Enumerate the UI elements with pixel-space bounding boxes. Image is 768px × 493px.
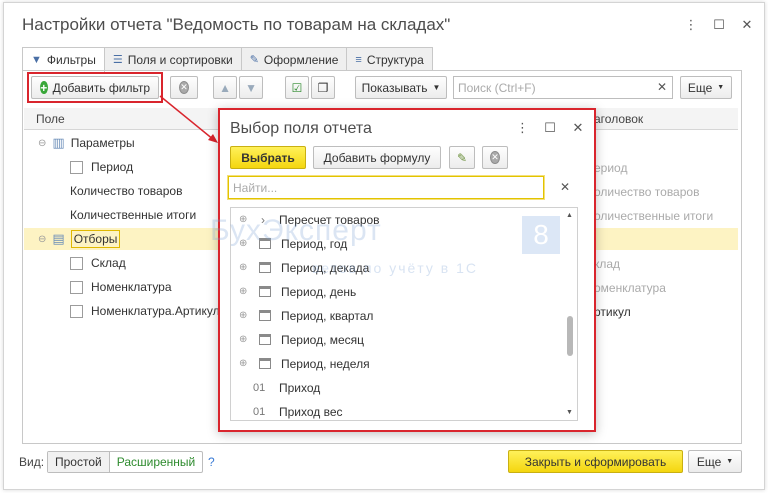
calendar-icon <box>259 262 271 273</box>
watermark-logo: 8 <box>522 216 560 254</box>
watermark-brand: БухЭксперт <box>210 214 382 247</box>
dialog-title: Выбор поля отчета <box>230 120 372 137</box>
find-input[interactable]: Найти... <box>228 176 544 199</box>
expand-icon[interactable]: ⊕ <box>239 334 253 345</box>
item-label: Период, месяц <box>281 332 365 347</box>
dialog-controls: ⋮ ☐ ✕ <box>516 120 584 136</box>
view-simple-option[interactable]: Простой <box>48 452 110 472</box>
item-label: Период, квартал <box>281 308 374 323</box>
delete-icon: ✕ <box>490 151 500 164</box>
watermark-tagline: ветов по учёту в 1С <box>312 260 478 276</box>
maximize-icon[interactable]: ☐ <box>544 120 556 136</box>
calendar-icon <box>259 334 271 345</box>
list-item[interactable]: ⊕ Период, неделя <box>231 352 563 375</box>
footer-more-button[interactable]: Еще ▼ <box>688 450 742 473</box>
more-label: Еще <box>696 454 722 469</box>
item-label: Период, неделя <box>281 356 370 371</box>
add-formula-button[interactable]: Добавить формулу <box>313 146 441 169</box>
calendar-icon <box>259 286 271 297</box>
number-type-icon: 01 <box>253 405 266 418</box>
item-label: Приход вес <box>279 404 343 419</box>
clear-icon[interactable]: ✕ <box>560 180 570 194</box>
calendar-icon <box>259 310 271 321</box>
choose-button[interactable]: Выбрать <box>230 146 306 169</box>
help-icon[interactable]: ? <box>208 455 215 469</box>
view-mode-switch: Простой Расширенный <box>47 451 204 473</box>
close-build-label: Закрыть и сформировать <box>524 454 667 469</box>
close-icon[interactable]: ✕ <box>572 120 584 136</box>
edit-button[interactable]: ✎ <box>449 146 475 169</box>
calendar-icon <box>259 358 271 369</box>
more-icon[interactable]: ⋮ <box>516 120 529 136</box>
scroll-up-icon[interactable]: ▲ <box>566 212 573 219</box>
expand-icon[interactable]: ⊕ <box>239 310 253 321</box>
choose-label: Выбрать <box>241 150 295 165</box>
list-item[interactable]: ⊕ Период, квартал <box>231 304 563 327</box>
scroll-down-icon[interactable]: ▼ <box>566 409 573 416</box>
list-item[interactable]: 01 Приход вес <box>231 400 563 420</box>
item-label: Период, день <box>281 284 357 299</box>
list-scrollbar[interactable]: ▲ ▼ <box>565 210 575 418</box>
expand-icon[interactable]: ⊕ <box>239 286 253 297</box>
view-extended-option[interactable]: Расширенный <box>110 452 203 472</box>
chevron-down-icon: ▼ <box>726 458 734 465</box>
expand-icon[interactable]: ⊕ <box>239 262 253 273</box>
item-label: Приход <box>279 380 321 395</box>
find-placeholder: Найти... <box>233 180 278 195</box>
list-item[interactable]: 01 Приход <box>231 376 563 399</box>
expand-icon[interactable]: ⊕ <box>239 358 253 369</box>
scroll-thumb[interactable] <box>567 316 573 356</box>
pencil-icon: ✎ <box>456 150 468 165</box>
add-formula-label: Добавить формулу <box>323 150 431 165</box>
list-item[interactable]: ⊕ Период, день <box>231 280 563 303</box>
number-type-icon: 01 <box>253 381 266 394</box>
list-item[interactable]: ⊕ Период, месяц <box>231 328 563 351</box>
delete-button[interactable]: ✕ <box>482 146 508 169</box>
view-label: Вид: <box>19 455 45 469</box>
close-and-build-button[interactable]: Закрыть и сформировать <box>508 450 683 473</box>
